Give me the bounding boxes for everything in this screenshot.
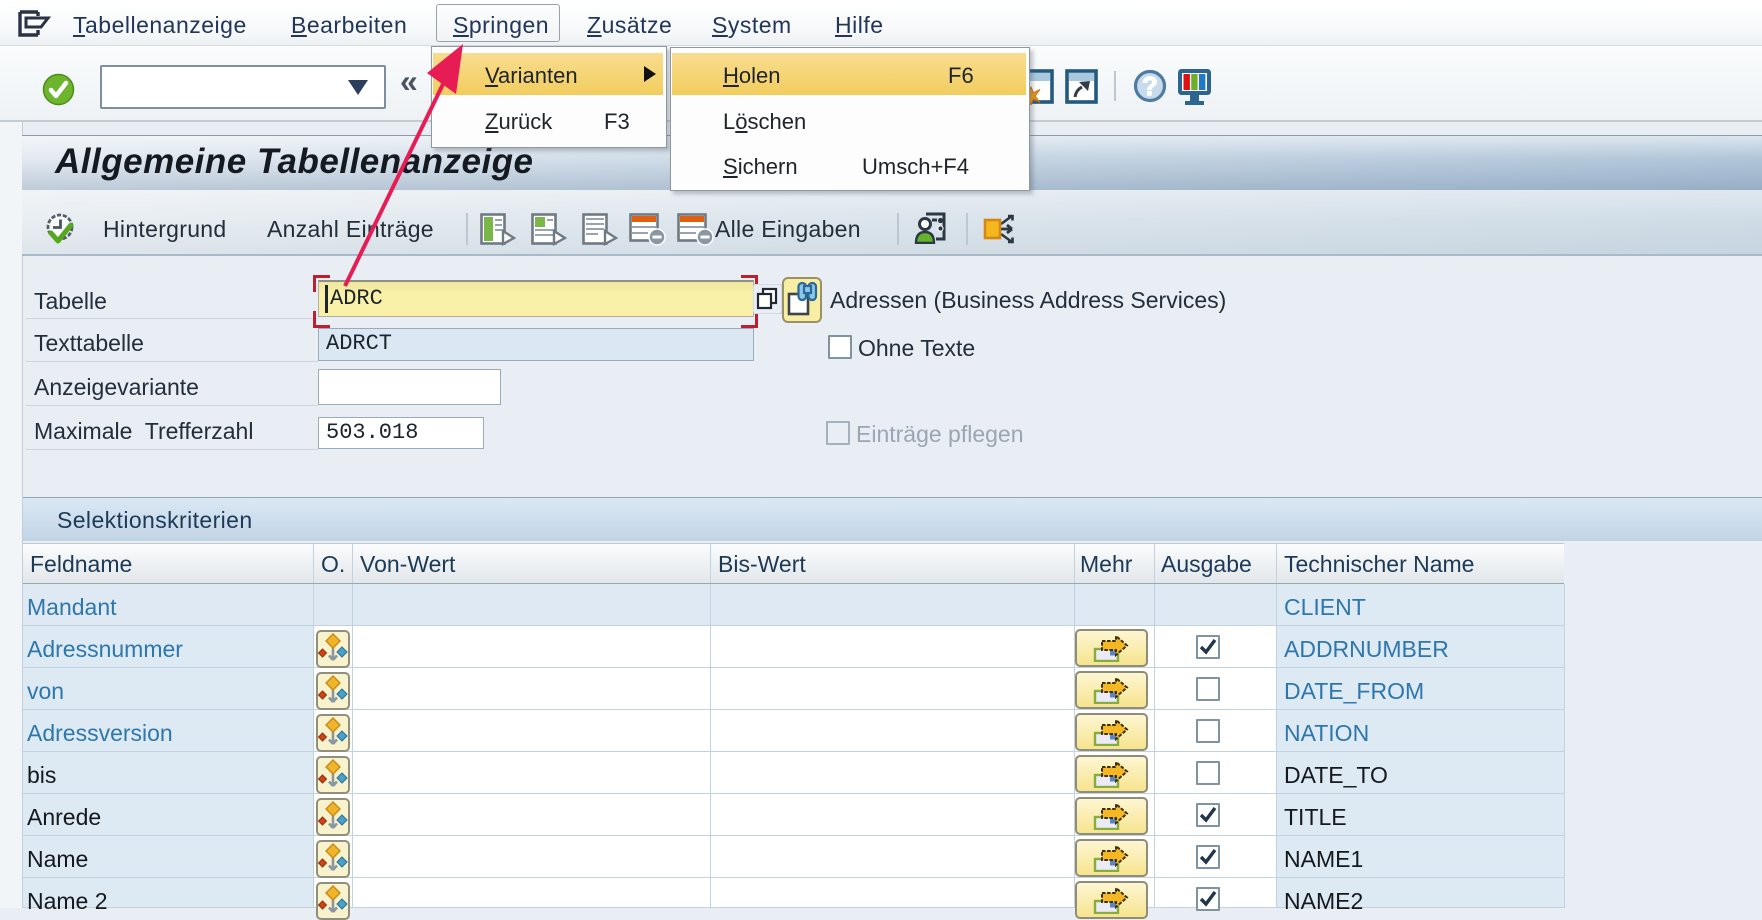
svg-text:?: ? (1142, 71, 1158, 101)
